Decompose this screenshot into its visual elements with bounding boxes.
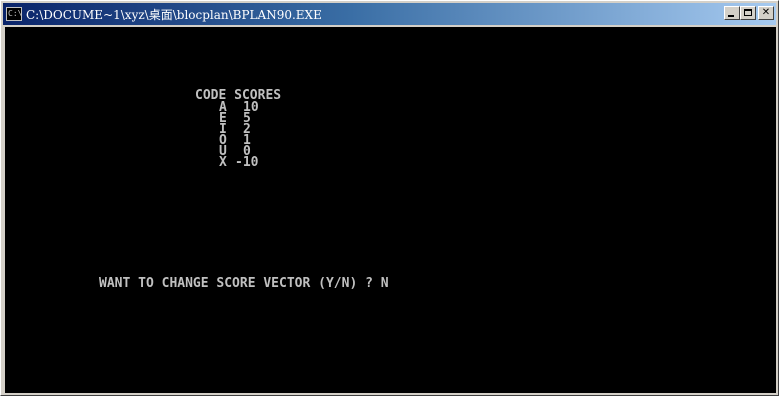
minimize-button[interactable] [724,6,740,20]
maximize-icon [744,9,752,16]
score-value-x: -10 [235,155,259,170]
close-icon: ✕ [761,7,771,18]
scores-header: CODE SCORES [195,88,282,103]
close-button[interactable]: ✕ [758,6,774,20]
maximize-button[interactable] [740,6,756,20]
minimize-icon [728,15,734,17]
window-title: C:\DOCUME~1\xyz\桌面\blocplan\BPLAN90.EXE [26,7,322,22]
title-bar[interactable]: C:\ C:\DOCUME~1\xyz\桌面\blocplan\BPLAN90.… [3,3,776,25]
score-code-x: X [219,155,227,170]
console-output[interactable]: CODE SCORES A 10 E 5 I 2 O 1 U 0 X -10 W… [5,27,776,393]
title-buttons: ✕ [724,6,774,20]
console-icon[interactable]: C:\ [6,7,22,21]
console-window: C:\ C:\DOCUME~1\xyz\桌面\blocplan\BPLAN90.… [0,0,779,396]
change-score-prompt: WANT TO CHANGE SCORE VECTOR (Y/N) ? N [99,276,389,291]
